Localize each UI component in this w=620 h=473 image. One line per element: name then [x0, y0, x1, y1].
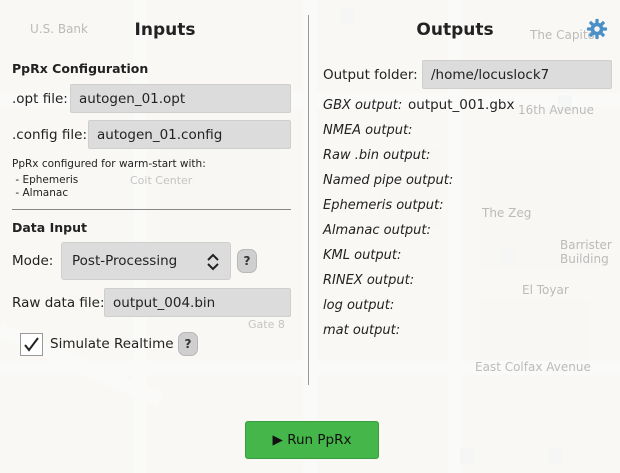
main-panel: U.S. Bank The Capitol 16th Avenue Coit C… — [0, 0, 620, 473]
map-label: Coit Center — [130, 174, 193, 187]
output-item: Named pipe output: — [323, 173, 454, 188]
run-pprx-button[interactable]: ▶ Run PpRx — [245, 421, 379, 459]
divider — [12, 209, 291, 210]
output-item: Ephemeris output: — [323, 198, 444, 213]
output-item: log output: — [323, 298, 395, 313]
output-item: RINEX output: — [323, 273, 415, 288]
checkmark-icon — [24, 337, 39, 352]
output-item: Raw .bin output: — [323, 148, 431, 163]
warm-start-item: - Ephemeris — [12, 174, 79, 186]
mode-select[interactable]: Post-Processing — [61, 242, 231, 280]
mode-label: Mode: — [12, 253, 54, 269]
output-folder-field[interactable]: /home/locuslock7 — [422, 60, 612, 89]
gear-icon[interactable] — [586, 18, 608, 40]
map-label: Barrister Building — [560, 238, 612, 266]
output-item: KML output: — [323, 248, 402, 263]
config-file-field[interactable]: autogen_01.config — [88, 120, 291, 149]
warm-start-note: PpRx configured for warm-start with: — [12, 158, 206, 170]
warm-start-item: - Almanac — [12, 187, 69, 199]
map-label: East Colfax Avenue — [475, 360, 591, 374]
output-item: Almanac output: — [323, 223, 431, 238]
output-folder-label: Output folder: — [323, 67, 418, 83]
map-label: 16th Avenue — [518, 103, 594, 117]
config-section-heading: PpRx Configuration — [12, 61, 149, 76]
output-item: mat output: — [323, 323, 401, 338]
gbx-output-value: output_001.gbx — [408, 97, 515, 113]
inputs-title: Inputs — [134, 20, 196, 40]
outputs-title: Outputs — [416, 20, 494, 40]
data-input-heading: Data Input — [12, 220, 87, 235]
simulate-realtime-checkbox[interactable] — [20, 333, 43, 356]
opt-file-label: .opt file: — [12, 91, 68, 107]
map-label: El Toyar — [522, 283, 569, 297]
opt-file-field[interactable]: autogen_01.opt — [70, 84, 291, 113]
config-file-label: .config file: — [12, 127, 88, 143]
mode-help-button[interactable]: ? — [237, 249, 257, 273]
simulate-help-button[interactable]: ? — [178, 332, 198, 356]
column-divider — [308, 15, 309, 385]
output-item: NMEA output: — [323, 123, 413, 138]
gbx-output-label: GBX output: — [323, 98, 403, 113]
simulate-realtime-label: Simulate Realtime — [50, 336, 174, 352]
raw-data-label: Raw data file: — [12, 295, 105, 311]
map-label: The Zeg — [482, 206, 532, 220]
mode-select-value: Post-Processing — [72, 253, 178, 269]
raw-data-field[interactable]: output_004.bin — [104, 288, 291, 317]
map-label: Gate 8 — [248, 318, 285, 331]
map-label: U.S. Bank — [30, 22, 88, 36]
chevron-updown-icon — [207, 253, 219, 271]
